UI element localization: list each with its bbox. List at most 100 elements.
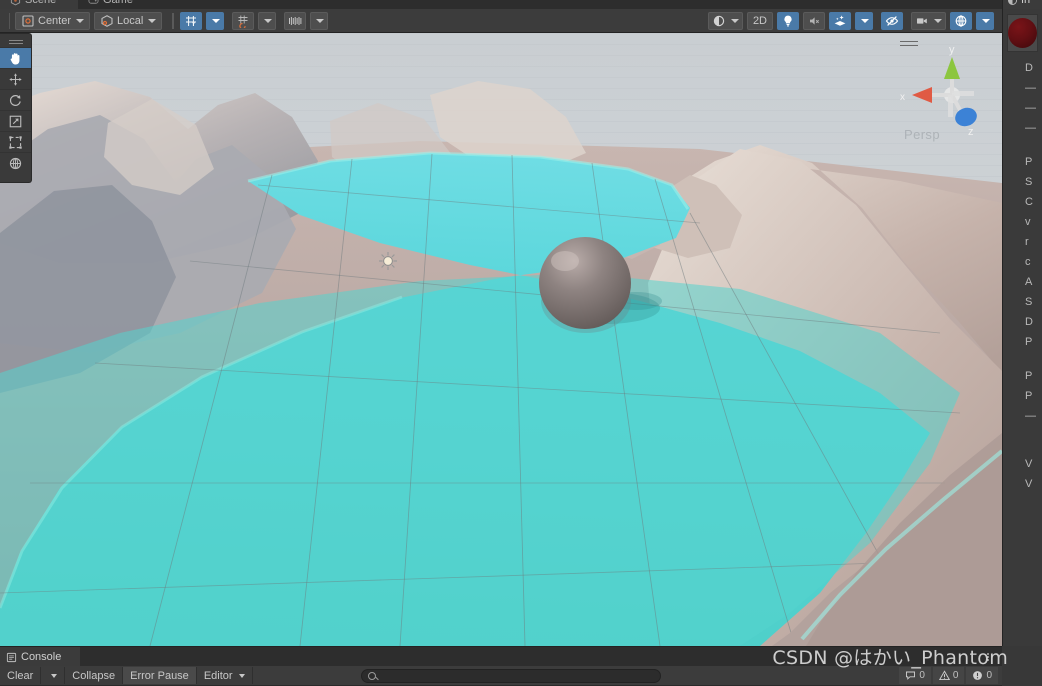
inspector-clipped-line: P [1025, 370, 1033, 382]
error-pause-button-label: Error Pause [130, 669, 189, 682]
console-search-field[interactable] [375, 670, 660, 681]
unity-editor-window: Scene Game Center Local Y 2D y x z Persp… [0, 0, 1042, 686]
inspector-clipped-line: c [1025, 256, 1031, 268]
game-icon [88, 0, 99, 4]
error-count[interactable]: 0 [966, 667, 998, 684]
transform-globe-icon [9, 157, 22, 169]
inspector-tabstrip: In [1003, 0, 1042, 9]
scene-render [0, 33, 1002, 646]
ruler-tool-button[interactable] [284, 11, 307, 30]
ruler-icon [289, 16, 302, 25]
inspector-gap [1003, 440, 1042, 454]
inspector-clipped-line: v [1025, 216, 1031, 228]
inspector-clipped-line: — [1025, 102, 1036, 114]
handle-local-icon [101, 14, 113, 27]
editor-button[interactable]: Editor [197, 667, 253, 684]
grid-snapping-toggle[interactable]: Y [180, 11, 203, 30]
toolbar-divider-2 [172, 12, 175, 29]
directional-light-gizmo [379, 252, 397, 270]
scene-viewport[interactable] [0, 33, 1002, 646]
grid-axis-y-icon: Y [186, 15, 197, 28]
log-count-value: 0 [919, 670, 925, 681]
scale-tool[interactable] [0, 110, 31, 131]
log-count[interactable]: 0 [899, 667, 931, 684]
inspector-gap [1003, 426, 1042, 440]
console-panel: Console Clear Collapse Error Pause Edito… [0, 646, 1002, 686]
tool-palette-drag-handle[interactable] [0, 34, 31, 47]
tab-scene[interactable]: Scene [0, 0, 78, 9]
camera-icon [917, 17, 927, 24]
scene-camera-button[interactable] [911, 11, 946, 30]
shaded-sphere-icon [713, 15, 725, 26]
inspector-clipped-line: r [1025, 236, 1029, 248]
inspector-clipped-line: D [1025, 316, 1033, 328]
scene-audio-toggle[interactable] [803, 11, 825, 30]
chevron-down-icon [148, 18, 157, 23]
inspector-clipped-line: S [1025, 296, 1033, 308]
rotate-tool[interactable] [0, 89, 31, 110]
chevron-down-icon [76, 18, 85, 23]
console-counters: 0 0 0 [899, 667, 998, 684]
transform-tool[interactable] [0, 152, 31, 173]
material-preview-sphere [1008, 18, 1037, 48]
search-icon [367, 671, 376, 680]
tab-inspector[interactable]: In [1003, 0, 1042, 9]
scene-lighting-toggle[interactable] [777, 11, 799, 30]
view-2d-toggle[interactable]: 2D [746, 11, 773, 30]
console-options-menu[interactable] [982, 650, 994, 664]
warning-count-value: 0 [952, 670, 959, 681]
snap-increment-dropdown[interactable] [258, 11, 277, 30]
console-search-input[interactable] [360, 668, 661, 683]
chevron-down-icon [51, 673, 58, 678]
grid-snapping-dropdown[interactable] [206, 11, 225, 30]
inspector-clipped-line: A [1025, 276, 1033, 288]
inspector-clipped-line: V [1025, 478, 1033, 490]
snap-increment-toggle[interactable] [232, 11, 255, 30]
collapse-button[interactable]: Collapse [65, 667, 124, 684]
hand-icon [10, 52, 20, 64]
gizmos-toggle[interactable] [950, 11, 972, 30]
audio-muted-icon [810, 16, 819, 25]
shading-mode-button[interactable] [707, 11, 743, 30]
clear-dropdown[interactable] [41, 667, 66, 684]
tab-console[interactable]: Console [0, 647, 80, 667]
console-icon [6, 652, 17, 662]
move-arrows-icon [9, 72, 22, 86]
move-tool[interactable] [0, 68, 31, 89]
rect-transform-icon [9, 135, 22, 149]
lightbulb-icon [784, 15, 792, 26]
pivot-mode-button[interactable]: Center [15, 11, 91, 30]
inspector-clipped-line: V [1025, 458, 1033, 470]
scale-icon [9, 115, 22, 127]
hidden-objects-toggle[interactable] [881, 11, 903, 30]
ruler-dropdown[interactable] [310, 11, 329, 30]
clear-button[interactable]: Clear [0, 667, 42, 684]
rotate-icon [9, 94, 21, 106]
collapse-button-label: Collapse [72, 669, 116, 682]
rect-tool[interactable] [0, 131, 31, 152]
svg-text:Y: Y [192, 22, 196, 28]
scene-fx-toggle[interactable] [829, 11, 851, 30]
view-tabstrip: Scene Game [0, 0, 1002, 9]
warning-count[interactable]: 0 [932, 667, 965, 684]
console-tabstrip: Console [0, 646, 1002, 667]
pivot-mode-label: Center [38, 14, 72, 27]
inspector-icon [1008, 0, 1017, 5]
chevron-down-icon [934, 18, 942, 23]
chevron-down-icon [730, 18, 739, 23]
tab-scene-label: Scene [25, 0, 57, 6]
tab-game[interactable]: Game [78, 0, 152, 9]
hand-tool[interactable] [0, 47, 31, 68]
material-preview[interactable] [1007, 14, 1038, 52]
gizmos-dropdown[interactable] [976, 11, 994, 30]
error-pause-button[interactable]: Error Pause [123, 667, 197, 684]
inspector-gap [1003, 352, 1042, 366]
handle-space-button[interactable]: Local [94, 11, 163, 30]
chevron-down-icon [316, 18, 325, 23]
inspector-gap [1003, 138, 1042, 152]
inspector-clipped-line: P [1025, 156, 1033, 168]
handle-space-label: Local [117, 14, 144, 27]
effects-dropdown[interactable] [855, 11, 873, 30]
warning-triangle-icon [938, 670, 950, 680]
inspector-clipped-line: — [1025, 82, 1036, 94]
